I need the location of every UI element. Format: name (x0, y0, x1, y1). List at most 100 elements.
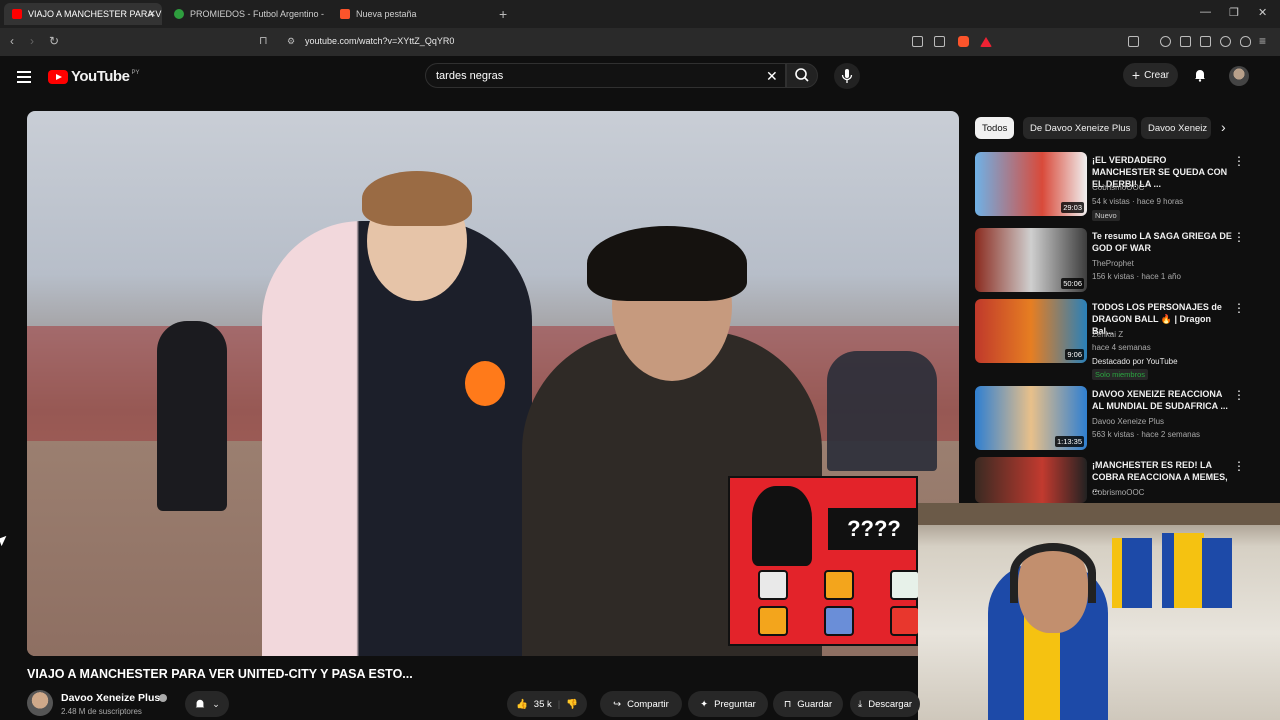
divider: | (557, 698, 561, 710)
bell-icon (195, 699, 205, 708)
rec-meta: 54 k vistas · hace 9 horas (1092, 197, 1184, 206)
chip-from-channel[interactable]: De Davoo Xeneize Plus (1023, 117, 1138, 139)
video-thumbnail[interactable]: 29:03 (975, 152, 1087, 216)
rec-title[interactable]: Te resumo LA SAGA GRIEGA DE GOD OF WAR (1092, 230, 1232, 254)
rec-channel[interactable]: Zenkai Z (1092, 330, 1123, 339)
hamburger-menu-icon[interactable] (17, 71, 31, 83)
url-field[interactable]: youtube.com/watch?v=XYttZ_QqYR0 (305, 36, 454, 46)
share-button[interactable]: ↪ Compartir (600, 691, 682, 717)
recommendation-item[interactable]: 9:06 TODOS LOS PERSONAJES de DRAGON BALL… (975, 299, 1265, 380)
forward-icon[interactable]: › (30, 34, 34, 48)
browser-toolbar: ‹ › ↻ ⊓ ⚙ youtube.com/watch?v=XYttZ_QqYR… (0, 28, 1280, 56)
close-tab-icon[interactable]: ✕ (148, 9, 156, 20)
create-button[interactable]: + Crear (1123, 63, 1178, 87)
video-thumbnail[interactable]: 1:13:35 (975, 386, 1087, 450)
back-icon[interactable]: ‹ (10, 34, 14, 48)
youtube-logo[interactable]: YouTube PY (48, 68, 139, 85)
create-label: Crear (1144, 69, 1170, 81)
jersey-wall-2 (1162, 533, 1204, 608)
mystery-player-card: ???? (728, 476, 920, 646)
duration-badge: 29:03 (1061, 202, 1084, 213)
tab-promiedos[interactable]: PROMIEDOS - Futbol Argentino - Fix (166, 3, 326, 25)
extensions-icon[interactable] (1220, 36, 1231, 47)
notifications-bell-icon[interactable] (1193, 68, 1207, 82)
logo-wordmark: YouTube (71, 68, 130, 85)
youtube-header: YouTube PY tardes negras ✕ + Crear (0, 56, 1280, 104)
ask-label: Preguntar (714, 698, 756, 710)
save-button[interactable]: ⊓ Guardar (773, 691, 843, 717)
brave-shield-icon[interactable] (958, 36, 969, 47)
rec-title[interactable]: DAVOO XENEIZE REACCIONA AL MUNDIAL DE SU… (1092, 388, 1232, 412)
reload-icon[interactable]: ↻ (49, 34, 59, 48)
youtube-favicon-icon (12, 9, 22, 19)
channel-name[interactable]: Davoo Xeneize Plus (61, 692, 160, 704)
headset (1010, 543, 1096, 603)
mystery-question: ???? (828, 508, 920, 550)
close-window-icon[interactable]: ✕ (1258, 6, 1267, 19)
wallet-icon[interactable] (1200, 36, 1211, 47)
bookmark-icon: ⊓ (783, 698, 792, 710)
sidebar-toggle-icon[interactable] (1128, 36, 1139, 47)
search-icon (795, 68, 809, 82)
more-options-icon[interactable]: ⋮ (1233, 230, 1245, 244)
more-options-icon[interactable]: ⋮ (1233, 154, 1245, 168)
chevron-right-icon[interactable]: › (1221, 119, 1226, 135)
rec-channel[interactable]: CobrismoOOC (1092, 488, 1144, 497)
thumbs-up-icon[interactable]: 👍 (516, 699, 528, 710)
chip-related[interactable]: Davoo Xeneiz (1141, 117, 1211, 139)
hull-crest-icon (824, 570, 854, 600)
account-avatar[interactable] (1229, 66, 1249, 86)
streamer-webcam (918, 503, 1280, 720)
silhouette (752, 486, 812, 566)
reader-icon[interactable] (1180, 36, 1191, 47)
interviewee-hair (587, 226, 747, 301)
share-icon: ↪ (613, 698, 622, 710)
subscription-bell-button[interactable]: ⌄ (185, 691, 229, 717)
like-count[interactable]: 35 k (534, 699, 552, 710)
jersey-wall-1 (1112, 538, 1152, 608)
chevron-down-icon: ⌄ (212, 698, 220, 709)
hull-crest-icon (758, 606, 788, 636)
music-icon[interactable] (1160, 36, 1171, 47)
rec-channel[interactable]: Davoo Xeneize Plus (1092, 417, 1164, 426)
tab-youtube-video[interactable]: VIAJO A MANCHESTER PARA VER ✕ (4, 3, 162, 25)
share-label: Compartir (627, 698, 669, 710)
tab-new-tab[interactable]: Nueva pestaña (332, 3, 492, 25)
chip-all[interactable]: Todos (975, 117, 1015, 139)
voice-search-button[interactable] (834, 63, 860, 89)
clear-search-icon[interactable]: ✕ (766, 68, 778, 85)
thumbs-down-icon[interactable]: 👎 (566, 699, 578, 710)
video-thumbnail[interactable]: 50:06 (975, 228, 1087, 292)
recommendation-item[interactable]: ¡MANCHESTER ES RED! LA COBRA REACCIONA A… (975, 457, 1265, 503)
recommendation-item[interactable]: 50:06 Te resumo LA SAGA GRIEGA DE GOD OF… (975, 228, 1265, 308)
microphone-icon (841, 69, 853, 83)
download-button[interactable]: ⤓ Descargar (850, 691, 920, 717)
more-options-icon[interactable]: ⋮ (1233, 301, 1245, 315)
vpn-shield-icon[interactable] (1240, 36, 1251, 47)
bookmark-icon[interactable]: ⊓ (259, 34, 268, 47)
fans-background (827, 351, 937, 471)
channel-avatar[interactable] (27, 690, 53, 716)
recommendation-item[interactable]: 29:03 ¡EL VERDADERO MANCHESTER SE QUEDA … (975, 152, 1265, 232)
brave-rewards-icon[interactable] (980, 37, 992, 47)
video-thumbnail[interactable] (975, 457, 1087, 503)
search-input[interactable]: tardes negras ✕ (425, 63, 786, 88)
tab-label: VIAJO A MANCHESTER PARA VER (28, 9, 162, 19)
leicester-crest-icon (824, 606, 854, 636)
minimize-icon[interactable]: — (1200, 6, 1211, 18)
share-page-icon[interactable] (934, 36, 945, 47)
browser-menu-icon[interactable]: ≡ (1259, 34, 1266, 48)
rec-channel[interactable]: TheProphet (1092, 259, 1134, 268)
more-options-icon[interactable]: ⋮ (1233, 459, 1245, 473)
cast-icon[interactable] (912, 36, 923, 47)
more-options-icon[interactable]: ⋮ (1233, 388, 1245, 402)
video-thumbnail[interactable]: 9:06 (975, 299, 1087, 363)
new-tab-plus-icon[interactable]: + (499, 6, 507, 22)
site-info-icon[interactable]: ⚙ (287, 36, 295, 47)
ask-button[interactable]: ✦ Preguntar (688, 691, 768, 717)
rec-channel[interactable]: CobrismoOOC (1092, 183, 1144, 192)
recommendation-item[interactable]: 1:13:35 DAVOO XENEIZE REACCIONA AL MUNDI… (975, 386, 1265, 466)
promiedos-favicon-icon (174, 9, 184, 19)
search-button[interactable] (786, 63, 818, 88)
maximize-icon[interactable]: ❐ (1229, 6, 1239, 19)
